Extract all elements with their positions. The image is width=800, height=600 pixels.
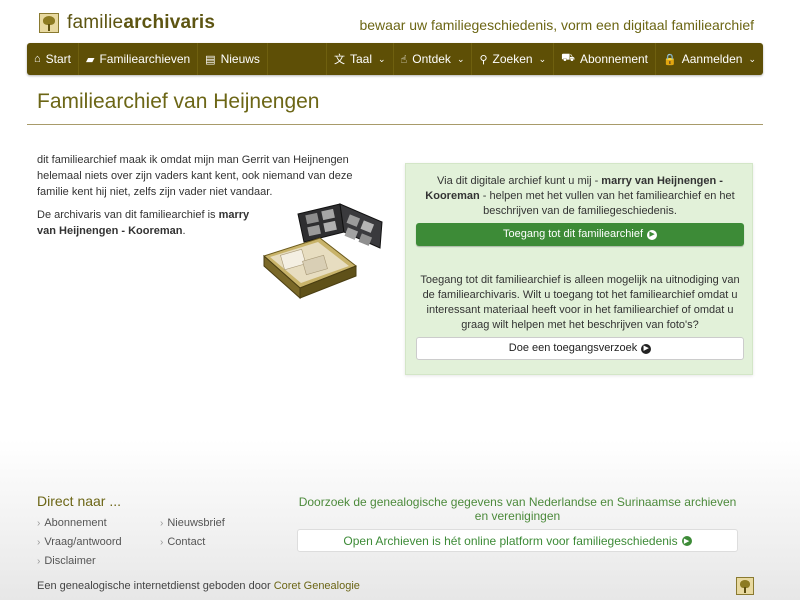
thumbs-up-icon: ☝ — [400, 53, 408, 66]
access-request-button[interactable]: Doe een toegangsverzoek ▶ — [416, 337, 744, 360]
chevron-right-icon: › — [37, 518, 41, 529]
nav-item-ontdek[interactable]: ☝ Ontdek ⌄ — [392, 43, 472, 75]
search-icon: ⚲ — [479, 53, 488, 66]
footer-credit: Een genealogische internetdienst geboden… — [37, 580, 360, 592]
circle-arrow-right-icon: ▶ — [647, 229, 658, 240]
coret-genealogie-link[interactable]: Coret Genealogie — [274, 580, 360, 592]
main-navbar: ⌂ Start ▰ Familiearchieven ▤ Nieuws 文 Ta… — [27, 43, 763, 75]
tree-logo-icon — [39, 13, 59, 33]
book-icon: ▰ — [86, 53, 95, 66]
chevron-down-icon: ⌄ — [748, 53, 756, 64]
chevron-right-icon: › — [160, 518, 164, 529]
nav-item-familiearchieven[interactable]: ▰ Familiearchieven — [79, 43, 199, 75]
open-archieven-button[interactable]: Open Archieven is hét online platform vo… — [297, 529, 738, 552]
newspaper-icon: ▤ — [205, 53, 216, 66]
chevron-down-icon: ⌄ — [377, 53, 386, 64]
chevron-right-icon: › — [160, 537, 164, 548]
circle-arrow-right-icon: ▶ — [681, 535, 692, 546]
chevron-down-icon: ⌄ — [456, 53, 465, 64]
footer-link-disclaimer[interactable]: › Disclaimer — [37, 555, 96, 567]
circle-arrow-right-icon: ▶ — [641, 343, 652, 354]
site-header: familiearchivaris bewaar uw familiegesch… — [0, 0, 800, 44]
access-archive-button[interactable]: Toegang tot dit familiearchief ▶ — [416, 223, 744, 246]
intro-text: dit familiearchief maak ik omdat mijn ma… — [37, 154, 353, 198]
chevron-right-icon: › — [37, 537, 41, 548]
nav-item-zoeken[interactable]: ⚲ Zoeken ⌄ — [471, 43, 553, 75]
open-archieven-text: Doorzoek de genealogische gegevens van N… — [298, 495, 737, 523]
access-help-text: Via dit digitale archief kunt u mij - ma… — [425, 175, 735, 217]
nav-item-abonnement[interactable]: ⛟ Abonnement — [553, 43, 655, 75]
title-divider — [27, 124, 763, 125]
navbar-left: ⌂ Start ▰ Familiearchieven ▤ Nieuws — [27, 43, 268, 75]
footer-link-contact[interactable]: › Contact — [160, 536, 205, 548]
access-panel: Via dit digitale archief kunt u mij - ma… — [405, 163, 753, 375]
chevron-right-icon: › — [37, 556, 41, 567]
access-info-text: Toegang tot dit familiearchief is alleen… — [420, 274, 740, 331]
site-tagline: bewaar uw familiegeschiedenis, vorm een … — [359, 17, 754, 33]
footer-link-abonnement[interactable]: › Abonnement — [37, 517, 107, 529]
page-title: Familiearchief van Heijnengen — [37, 90, 320, 113]
navbar-right: 文 Taal ⌄ ☝ Ontdek ⌄ ⚲ Zoeken ⌄ ⛟ Abonnem… — [325, 43, 763, 75]
site-logo[interactable]: familiearchivaris — [39, 12, 215, 34]
tree-logo-icon[interactable] — [736, 577, 754, 595]
footer-link-vraag-antwoord[interactable]: › Vraag/antwoord — [37, 536, 122, 548]
lock-icon: 🔒 — [663, 53, 677, 66]
footer-link-nieuwsbrief[interactable]: › Nieuwsbrief — [160, 517, 225, 529]
nav-item-start[interactable]: ⌂ Start — [27, 43, 79, 75]
nav-item-aanmelden[interactable]: 🔒 Aanmelden ⌄ — [655, 43, 763, 75]
language-icon: 文 — [333, 54, 345, 66]
cart-icon: ⛟ — [561, 52, 575, 64]
nav-item-taal[interactable]: 文 Taal ⌄ — [325, 43, 393, 75]
home-icon: ⌂ — [34, 53, 41, 65]
logo-text: familiearchivaris — [67, 12, 216, 33]
curator-text: De archivaris van dit familiearchief is … — [37, 209, 250, 237]
chevron-down-icon: ⌄ — [538, 53, 547, 64]
archive-box-image — [263, 203, 383, 300]
nav-item-nieuws[interactable]: ▤ Nieuws — [198, 43, 268, 75]
site-footer: Direct naar ... › Abonnement › Nieuwsbrief… — [0, 440, 800, 600]
footer-heading: Direct naar ... — [37, 493, 122, 509]
